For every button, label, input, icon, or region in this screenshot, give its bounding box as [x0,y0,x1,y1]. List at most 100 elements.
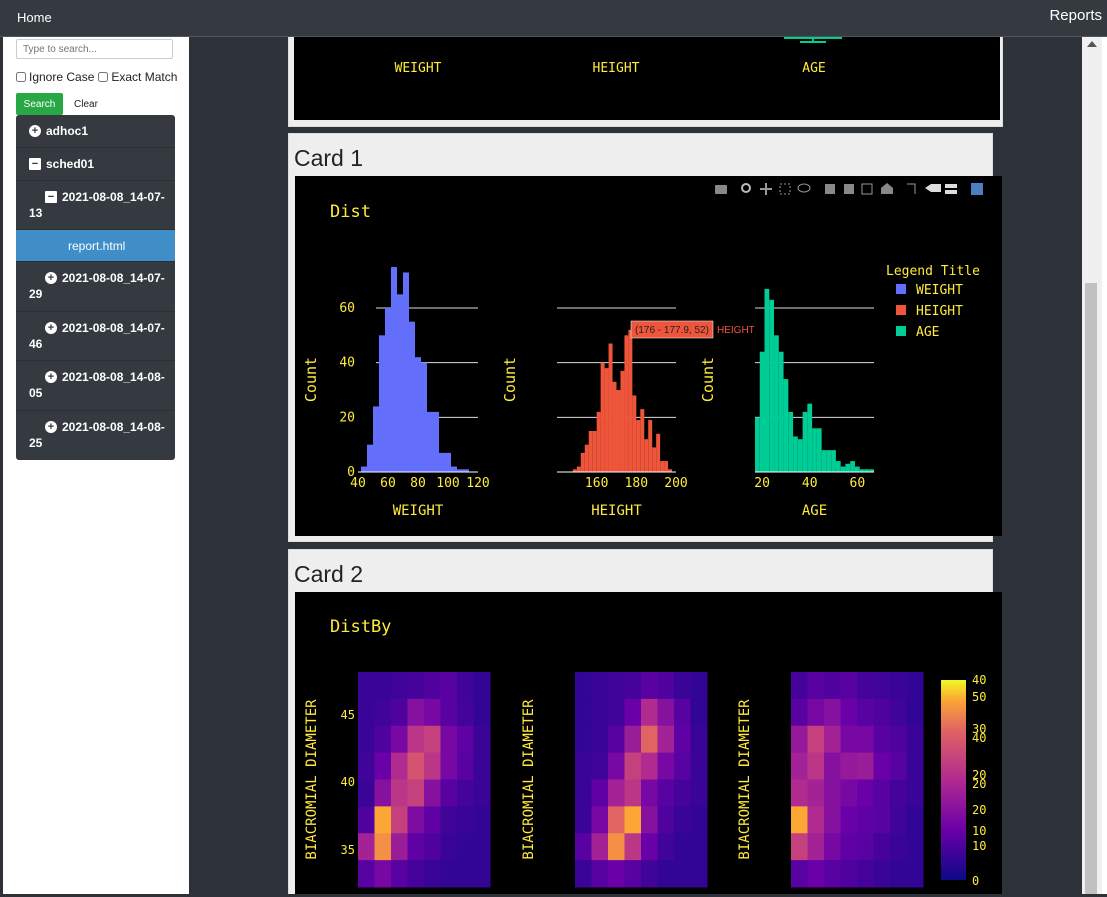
heatmap-cell [457,806,474,834]
heatmap-cell [424,860,441,888]
tree-item-adhoc1[interactable]: + adhoc1 [16,115,175,148]
histogram-bar [361,466,367,472]
colorbar-label: 40 [972,731,986,745]
histogram-bar [778,351,784,472]
tree-item-run-2021-08-08-14-07-46[interactable]: + 2021-08-08_14-07-46 [16,312,175,361]
xtick-label: 20 [754,476,770,491]
histogram-bar [439,452,445,472]
reports-link[interactable]: Reports [1049,7,1102,24]
clear-button[interactable]: Clear [67,93,105,115]
sidebar: Ignore Case Exact Match Search Clear + a… [3,37,189,894]
tree-item-sched01[interactable]: − sched01 [16,148,175,181]
xaxis-title: WEIGHT [393,503,444,519]
heatmap-cell [674,672,691,700]
ytick-label: 40 [341,775,355,789]
heatmap-cell [906,806,924,834]
xaxis-title-height: HEIGHT [593,61,640,76]
xtick-label: 180 [625,476,648,491]
tree-item-label: adhoc1 [46,124,89,138]
ytick-label: 0 [347,465,355,480]
heatmap-cell [791,725,808,754]
heatmap-cell [674,779,691,807]
histogram-bar [403,272,409,472]
heatmap-cell [873,725,891,754]
scroll-up-arrow-icon[interactable] [1087,41,1097,47]
histogram-bar [788,411,794,472]
home-link[interactable]: Home [17,10,52,25]
histogram-bar [755,417,760,472]
histogram-panels: 40 60 80 100 120 WEIGHT Count 0 20 40 60 160 180 200 H… [302,267,874,519]
search-options: Ignore Case Exact Match [15,70,177,84]
yaxis-title: Count [699,357,717,402]
histogram-bar [596,411,601,472]
xtick-label: 80 [410,476,426,491]
heatmap-cell [374,860,392,888]
xtick-label: 100 [436,476,459,491]
xtick-label: 60 [850,476,866,491]
heatmap-cell [608,752,625,780]
colorbar-label: 0 [972,874,979,888]
histogram-bar [379,335,385,472]
yaxis-title: BIACROMIAL DIAMETER [304,699,320,860]
heatmap-cell [857,833,874,861]
heatmap-cell [857,752,874,780]
heatmap-cell [906,833,924,861]
histogram-bar [644,439,649,472]
histogram-bar [854,466,860,472]
legend-item-age: AGE [916,325,939,340]
report-content: WEIGHT HEIGHT AGE Card 1 Dist Legend Tit… [189,37,1082,894]
heatmap-cell [840,833,858,861]
ignore-case-checkbox[interactable] [16,72,26,82]
yaxis-title: BIACROMIAL DIAMETER [521,699,537,860]
scrollbar-thumb[interactable] [1085,283,1097,894]
ytick-label: 60 [339,301,355,316]
heatmap-cell [575,833,592,861]
page-scrollbar[interactable] [1082,37,1102,894]
search-button[interactable]: Search [16,93,63,115]
zoom-in-icon [825,184,835,194]
tree-item-run-2021-08-08-14-08-05[interactable]: + 2021-08-08_14-08-05 [16,361,175,411]
heatmap-cell [641,833,658,861]
card-0-plot: WEIGHT HEIGHT AGE [294,37,1000,120]
hover-compare-icon [945,190,957,194]
legend-swatch-weight [896,284,906,294]
histogram-bar [385,308,391,472]
exact-match-checkbox[interactable] [98,72,109,82]
heatmap-cell [608,860,625,888]
heatmap-cell [807,752,825,780]
search-input[interactable] [16,39,173,59]
heatmap-cell [657,806,675,834]
tree-item-report-html[interactable]: report.html [16,230,175,262]
heatmap-cell [657,725,675,754]
tree-item-run-2021-08-08-14-07-13[interactable]: − 2021-08-08_14-07-13 [16,181,175,230]
ytick-label: 35 [341,843,355,857]
heatmap-cell [840,672,858,700]
card-title: Card 2 [294,561,364,587]
heatmap-cell [824,752,841,780]
heatmap-cell [873,698,891,727]
heatmap-cell [391,833,408,861]
heatmap-cell [591,833,609,861]
heatmap-cell [374,725,392,754]
heatmap-cell [440,860,458,888]
heatmap-cell [358,698,375,727]
heatmap-cell [624,806,642,834]
tree-item-label: sched01 [46,157,95,171]
histogram-bar [391,267,397,472]
yaxis-title: Count [302,357,320,402]
heatmap-cell [890,833,907,861]
tree-item-run-2021-08-08-14-07-29[interactable]: + 2021-08-08_14-07-29 [16,262,175,312]
histogram-bar [580,452,585,472]
histogram-bar [845,463,851,472]
heatmap-cell [641,806,658,834]
heatmap-cell [457,698,474,727]
tree-item-run-2021-08-08-14-08-25[interactable]: + 2021-08-08_14-08-25 [16,411,175,460]
heatmap-cell [575,779,592,807]
heatmap-cell [591,698,609,727]
heatmap-cell [440,833,458,861]
heatmap-cell [906,860,924,888]
histogram-bar [421,362,427,472]
xaxis-title: AGE [802,503,827,519]
histogram-bar [588,431,593,472]
camera-icon [715,185,727,194]
